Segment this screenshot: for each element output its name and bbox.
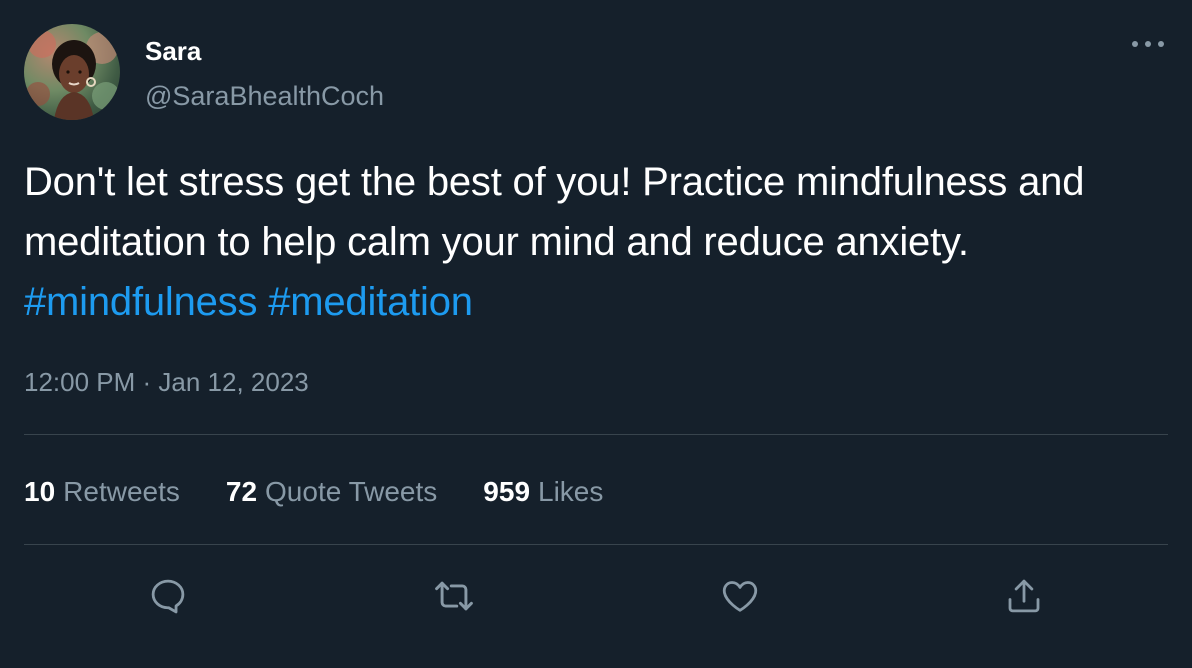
- retweets-stat[interactable]: 10 Retweets: [24, 472, 180, 512]
- likes-stat[interactable]: 959 Likes: [483, 472, 603, 512]
- heart-icon: [722, 581, 758, 612]
- quote-tweets-stat[interactable]: 72 Quote Tweets: [226, 472, 437, 512]
- tweet-card: Sara @SaraBhealthCoch Don't let stress g…: [0, 0, 1192, 668]
- like-button[interactable]: [716, 572, 764, 620]
- likes-label: Likes: [538, 476, 604, 507]
- tweet-stats: 10 Retweets 72 Quote Tweets 959 Likes: [24, 472, 649, 512]
- tweet-body: Don't let stress get the best of you! Pr…: [24, 160, 1085, 264]
- share-icon: [1008, 579, 1040, 613]
- author-display-name[interactable]: Sara: [145, 36, 201, 66]
- tweet-timestamp[interactable]: 12:00 PM · Jan 12, 2023: [24, 364, 309, 400]
- more-options-button[interactable]: [1128, 30, 1168, 58]
- quote-tweets-label: Quote Tweets: [265, 476, 438, 507]
- retweets-count: 10: [24, 476, 56, 507]
- retweet-icon: [435, 581, 473, 611]
- share-button[interactable]: [1000, 572, 1048, 620]
- hashtag-mindfulness[interactable]: #mindfulness: [24, 280, 257, 324]
- quote-tweets-count: 72: [225, 476, 258, 507]
- hashtag-meditation[interactable]: #meditation: [268, 280, 473, 324]
- tweet-text: Don't let stress get the best of you! Pr…: [24, 152, 1174, 332]
- author-handle[interactable]: @SaraBhealthCoch: [145, 80, 384, 112]
- likes-count: 959: [483, 476, 531, 507]
- avatar-image: [26, 30, 120, 120]
- avatar[interactable]: [24, 24, 120, 120]
- tweet-actions: [0, 572, 1192, 620]
- retweet-button[interactable]: [430, 572, 478, 620]
- divider: [24, 544, 1168, 545]
- reply-button[interactable]: [144, 572, 192, 620]
- more-icon: [1132, 41, 1164, 47]
- divider: [24, 434, 1168, 435]
- retweets-label: Retweets: [63, 476, 180, 507]
- reply-icon: [151, 579, 185, 614]
